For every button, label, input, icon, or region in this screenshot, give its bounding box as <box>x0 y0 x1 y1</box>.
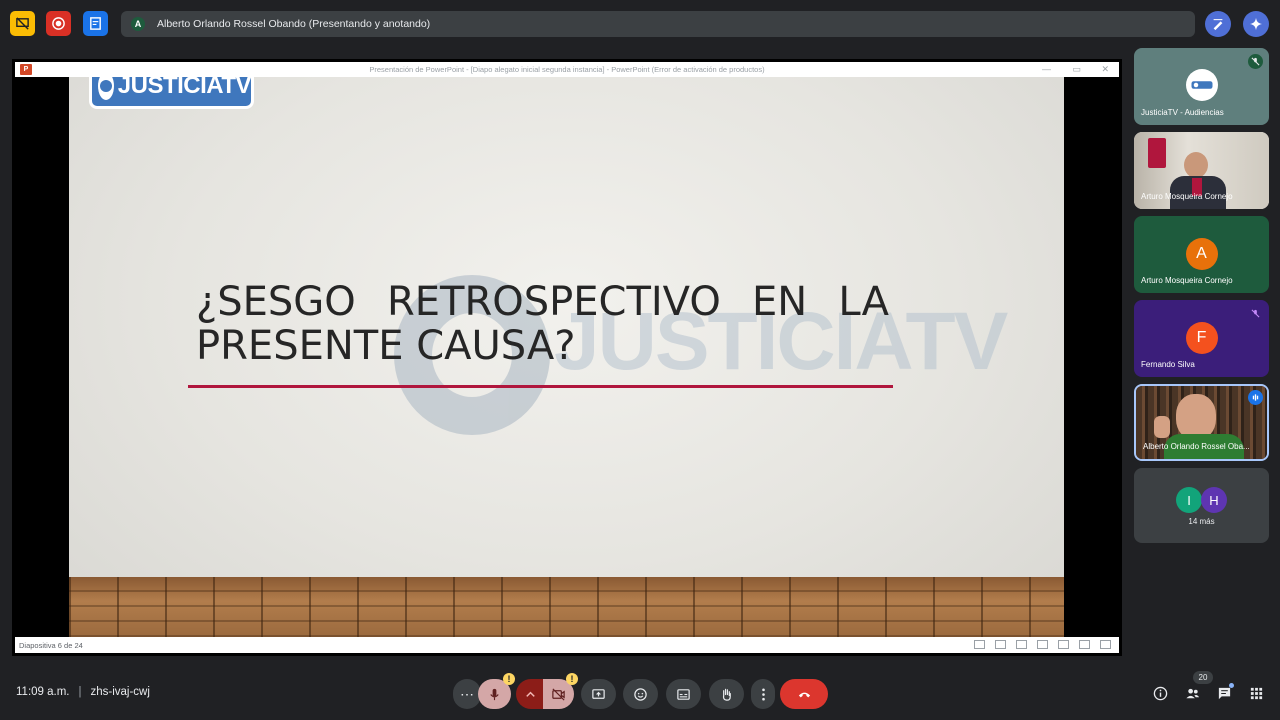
camera-button[interactable]: ! <box>543 673 578 709</box>
people-button[interactable] <box>1183 684 1201 702</box>
camera-options-button[interactable] <box>516 679 544 709</box>
reactions-button[interactable] <box>623 679 658 709</box>
present-screen-button[interactable] <box>581 679 616 709</box>
participant-tile[interactable]: A Arturo Mosqueira Cornejo <box>1134 216 1269 293</box>
slide-heading-line1: ¿SESGO RETROSPECTIVO EN LA <box>196 280 889 324</box>
presenter-banner: A Alberto Orlando Rossel Obando (Present… <box>121 11 1195 37</box>
mic-off-icon <box>1248 54 1263 69</box>
record-icon[interactable] <box>46 11 71 36</box>
apps-grid-icon <box>1250 687 1262 699</box>
camera-warning-badge: ! <box>566 673 578 685</box>
emoji-icon <box>634 687 647 701</box>
bottom-bar: 11:09 a.m. | zhs-ivaj-cwj ⋯ ! ! <box>0 668 1280 720</box>
mic-warning-badge: ! <box>503 673 515 685</box>
more-count-label: 14 más <box>1188 517 1215 526</box>
presenter-label: Alberto Orlando Rossel Obando (Presentan… <box>157 18 431 30</box>
heading-word: RETROSPECTIVO <box>386 279 721 325</box>
wood-floor <box>69 577 1064 637</box>
chevron-up-icon <box>525 691 535 697</box>
captions-icon <box>677 688 690 700</box>
normal-view-icon[interactable] <box>1037 640 1048 649</box>
participant-count-badge: 20 <box>1193 671 1213 684</box>
participant-name: Alberto Orlando Rossel Oba... <box>1143 442 1250 451</box>
captions-button[interactable] <box>666 679 701 709</box>
participant-name: Arturo Mosqueira Cornejo <box>1141 276 1233 285</box>
heading-underline <box>188 385 893 388</box>
leave-call-button[interactable] <box>780 679 828 709</box>
meeting-details-button[interactable] <box>1151 684 1169 702</box>
chat-unread-dot <box>1229 683 1234 688</box>
slideshow-view-icon[interactable] <box>1100 640 1111 649</box>
annotate-icon[interactable] <box>1205 11 1231 37</box>
participant-name: Arturo Mosqueira Cornejo <box>1141 192 1233 201</box>
presenter-avatar: A <box>131 17 145 31</box>
participant-name: JusticiaTV - Audiencias <box>1141 108 1224 117</box>
more-options-vertical-button[interactable] <box>751 679 775 709</box>
participant-avatar: A <box>1185 238 1218 270</box>
current-time: 11:09 a.m. <box>16 686 70 698</box>
info-icon <box>1153 686 1167 700</box>
more-options-button[interactable]: ⋯ <box>453 679 481 709</box>
meeting-info: 11:09 a.m. | zhs-ivaj-cwj <box>16 686 150 698</box>
microphone-button[interactable]: ! <box>478 673 515 709</box>
participant-tile-active[interactable]: Alberto Orlando Rossel Oba... <box>1134 384 1269 461</box>
camera-off-icon <box>552 687 565 701</box>
powerpoint-window-title: Presentación de PowerPoint - [Diapo aleg… <box>369 65 765 74</box>
participant-avatar: H <box>1201 487 1227 513</box>
top-bar: A Alberto Orlando Rossel Obando (Present… <box>0 0 1280 48</box>
prev-view-icon[interactable] <box>974 640 985 649</box>
logo-ring-icon <box>98 77 114 100</box>
view-buttons <box>974 640 1111 649</box>
slide-heading-line2: PRESENTE CAUSA? <box>196 323 576 369</box>
shared-screen: P Presentación de PowerPoint - [Diapo al… <box>12 59 1122 656</box>
hang-up-icon <box>798 692 810 697</box>
participant-avatar: F <box>1185 322 1218 354</box>
participant-name: Fernando Silva <box>1141 360 1195 369</box>
participant-tile[interactable]: Arturo Mosqueira Cornejo <box>1134 132 1269 209</box>
justiciatv-avatar <box>1185 69 1218 101</box>
meeting-code: zhs-ivaj-cwj <box>90 686 150 698</box>
chat-button[interactable] <box>1215 683 1234 702</box>
participant-avatar: I <box>1176 487 1202 513</box>
slide: JUSTICIATV JUSTICIATV ¿SESGO RETROSPECTI… <box>69 77 1064 637</box>
activities-button[interactable] <box>1247 684 1265 702</box>
close-icon[interactable]: ✕ <box>1101 62 1109 77</box>
heading-word: ¿SESGO <box>196 279 356 325</box>
heading-word: EN <box>752 279 808 325</box>
more-participants-tile[interactable]: I H 14 más <box>1134 468 1269 543</box>
mic-icon <box>490 688 499 700</box>
people-icon <box>1185 688 1199 698</box>
next-view-icon[interactable] <box>1016 640 1027 649</box>
participant-tile[interactable]: F Fernando Silva <box>1134 300 1269 377</box>
heading-word: LA <box>838 279 889 325</box>
slide-heading: ¿SESGO RETROSPECTIVO EN LA PRESENTE CAUS… <box>196 280 889 368</box>
presentation-off-icon[interactable] <box>10 11 35 36</box>
powerpoint-statusbar: Diapositiva 6 de 24 <box>15 637 1119 653</box>
mic-off-icon <box>1248 306 1263 321</box>
sorter-view-icon[interactable] <box>1058 640 1069 649</box>
more-horizontal-icon: ⋯ <box>460 685 474 702</box>
justiciatv-logo: JUSTICIATV <box>89 77 254 109</box>
raise-hand-button[interactable] <box>709 679 744 709</box>
notes-view-icon[interactable] <box>995 640 1006 649</box>
notes-icon[interactable] <box>83 11 108 36</box>
logo-text: JUSTICIATV <box>117 77 252 99</box>
minimize-icon[interactable]: — <box>1042 62 1051 77</box>
participant-tile[interactable]: JusticiaTV - Audiencias <box>1134 48 1269 125</box>
slide-counter: Diapositiva 6 de 24 <box>19 640 83 650</box>
hand-icon <box>722 688 731 701</box>
speaking-indicator-icon <box>1248 390 1263 405</box>
separator: | <box>78 686 82 698</box>
present-screen-icon <box>592 688 605 699</box>
gemini-icon[interactable] <box>1243 11 1269 37</box>
powerpoint-titlebar: P Presentación de PowerPoint - [Diapo al… <box>15 62 1119 77</box>
chat-icon <box>1218 687 1230 699</box>
reading-view-icon[interactable] <box>1079 640 1090 649</box>
maximize-icon[interactable]: ▭ <box>1072 62 1081 77</box>
more-vertical-icon <box>761 688 765 700</box>
